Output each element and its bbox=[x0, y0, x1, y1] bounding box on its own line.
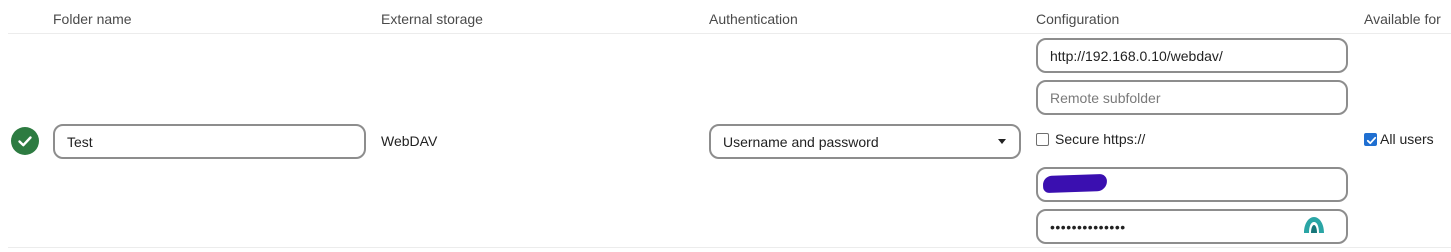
password-manager-icon[interactable] bbox=[1302, 215, 1326, 240]
all-users-label: All users bbox=[1380, 131, 1434, 147]
external-storage-table: Folder name External storage Authenticat… bbox=[0, 0, 1451, 252]
storage-type: WebDAV bbox=[381, 133, 438, 149]
header-authentication: Authentication bbox=[709, 11, 798, 27]
secure-https-label: Secure https:// bbox=[1055, 131, 1146, 147]
header-configuration: Configuration bbox=[1036, 11, 1120, 27]
header-divider bbox=[8, 33, 1451, 34]
secure-https-checkbox[interactable] bbox=[1036, 133, 1049, 146]
header-folder-name: Folder name bbox=[53, 11, 132, 27]
username-redaction bbox=[1042, 173, 1108, 194]
row-divider bbox=[8, 247, 1451, 248]
folder-name-input[interactable] bbox=[53, 124, 366, 159]
authentication-select-value: Username and password bbox=[723, 134, 879, 150]
all-users-checkbox[interactable] bbox=[1364, 133, 1377, 146]
password-mask: •••••••••••••• bbox=[1050, 219, 1126, 235]
header-external-storage: External storage bbox=[381, 11, 483, 27]
remote-subfolder-input[interactable] bbox=[1036, 80, 1348, 115]
host-url-input[interactable] bbox=[1036, 38, 1348, 73]
header-available-for: Available for bbox=[1364, 11, 1441, 27]
authentication-select[interactable]: Username and password bbox=[709, 124, 1021, 159]
check-circle-icon bbox=[11, 127, 39, 155]
caret-down-icon bbox=[998, 139, 1006, 144]
